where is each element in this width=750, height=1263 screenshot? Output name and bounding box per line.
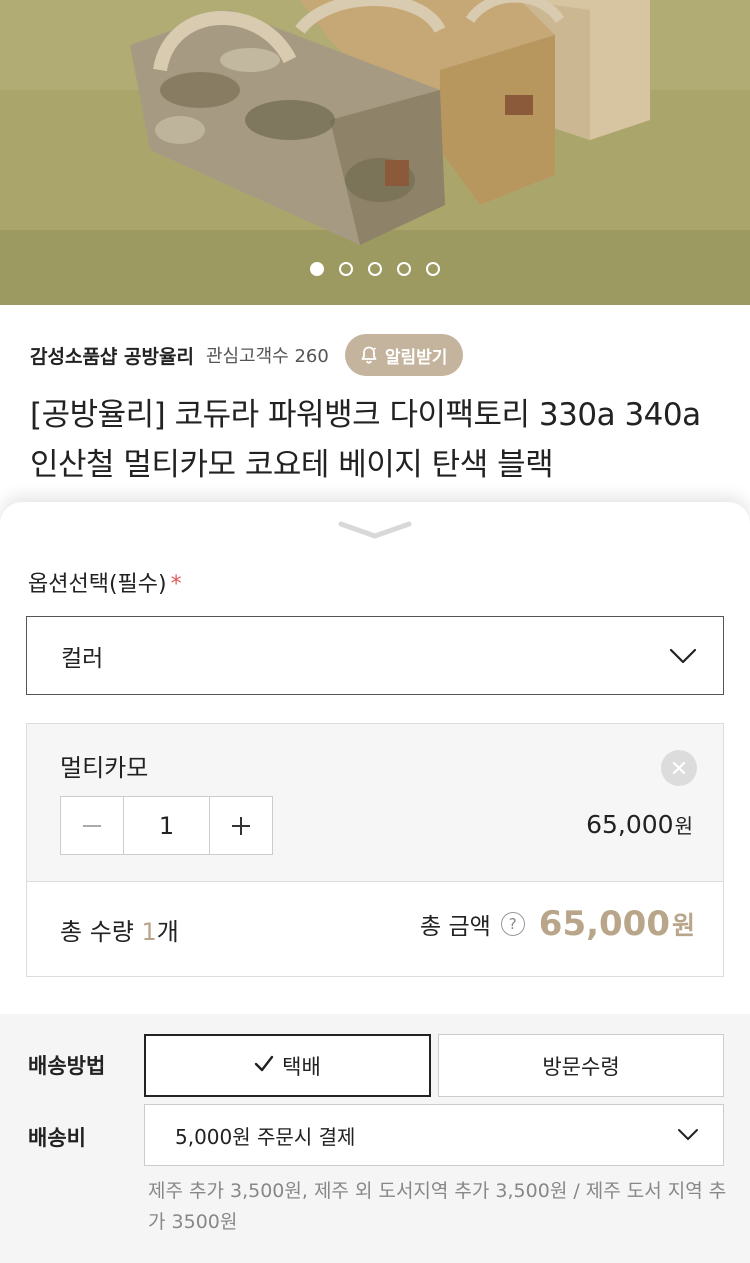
decrease-quantity-button[interactable] <box>61 797 123 854</box>
product-image[interactable] <box>0 0 750 305</box>
shipping-fee-value: 5,000원 주문시 결제 <box>175 1124 356 1149</box>
quantity-stepper: 1 <box>60 796 273 855</box>
required-mark: * <box>170 572 182 597</box>
pickup-label: 방문수령 <box>542 1054 620 1079</box>
carousel-dot[interactable] <box>368 262 382 276</box>
color-select-value: 컬러 <box>61 645 104 672</box>
item-price-currency: 원 <box>674 814 693 838</box>
chevron-down-icon <box>669 648 697 663</box>
product-photo-bags <box>0 0 750 305</box>
total-quantity-label: 총 수량 <box>60 918 134 946</box>
chevron-down-icon <box>678 1129 698 1140</box>
notify-label: 알림받기 <box>384 347 448 368</box>
total-amount-value: 65,000 <box>538 904 670 944</box>
help-icon[interactable]: ? <box>500 912 525 936</box>
follower-count: 관심고객수 260 <box>205 346 329 367</box>
total-quantity: 총 수량 1개 <box>60 912 179 947</box>
shipping-fee-note: 제주 추가 3,500원, 제주 외 도서지역 추가 3,500원 / 제주 도… <box>148 1180 727 1233</box>
total-amount-currency: 원 <box>671 911 695 940</box>
increase-quantity-button[interactable] <box>210 797 272 854</box>
product-title: [공방율리] 코듀라 파워뱅크 다이팩토리 330a 340a 인산철 멀티카모… <box>30 397 701 483</box>
item-price-value: 65,000 <box>586 810 674 839</box>
bell-icon <box>359 345 379 365</box>
sheet-collapse-handle[interactable] <box>335 518 415 544</box>
total-amount-label: 총 금액 <box>419 914 491 940</box>
option-section-label: 옵션선택(필수) * <box>28 566 182 598</box>
carousel-dot[interactable] <box>397 262 411 276</box>
total-amount: 총 금액 ? 65,000 원 <box>420 904 695 944</box>
totals-row: 총 수량 1개 총 금액 ? 65,000 원 <box>27 882 723 976</box>
color-option-select[interactable]: 컬러 <box>26 616 724 695</box>
delivery-parcel-label: 택배 <box>282 1054 321 1079</box>
carousel-dot[interactable] <box>426 262 440 276</box>
shipping-fee-select[interactable]: 5,000원 주문시 결제 <box>144 1104 724 1166</box>
item-price: 65,000원 <box>586 810 693 839</box>
option-label-text: 옵션선택(필수) <box>28 572 167 597</box>
seller-info: 감성소품샵 공방율리 관심고객수 260 알림받기 <box>30 333 464 377</box>
shipping-method-label: 배송방법 <box>28 1054 106 1078</box>
remove-item-button[interactable] <box>661 750 697 786</box>
check-icon <box>254 1054 274 1078</box>
total-quantity-value: 1 <box>141 918 157 946</box>
pickup-button[interactable]: 방문수령 <box>438 1034 724 1097</box>
shipping-fee-label: 배송비 <box>28 1126 86 1150</box>
notify-button[interactable]: 알림받기 <box>344 334 464 376</box>
selected-item-row: 멀티카모 1 65,000원 <box>27 724 723 882</box>
carousel-dot[interactable] <box>339 262 353 276</box>
selected-item-name: 멀티카모 <box>60 754 149 782</box>
carousel-dots <box>0 262 750 276</box>
close-icon <box>672 761 686 775</box>
shipping-section: 배송방법 택배 방문수령 배송비 5,000원 주문시 결제 제주 추가 3,5… <box>0 1014 750 1263</box>
chevron-down-icon <box>338 521 412 539</box>
carousel-dot[interactable] <box>310 262 324 276</box>
minus-icon <box>83 824 101 827</box>
seller-name[interactable]: 감성소품샵 공방율리 <box>30 342 194 369</box>
total-quantity-unit: 개 <box>156 918 179 946</box>
plus-icon <box>232 816 250 835</box>
option-bottom-sheet: 옵션선택(필수) * 컬러 멀티카모 1 65,000원 총 수량 1개 총 금… <box>0 502 750 1263</box>
delivery-parcel-button[interactable]: 택배 <box>144 1034 431 1097</box>
quantity-value[interactable]: 1 <box>123 797 210 854</box>
selected-option-box: 멀티카모 1 65,000원 총 수량 1개 총 금액 ? 65,000 원 <box>26 723 724 977</box>
